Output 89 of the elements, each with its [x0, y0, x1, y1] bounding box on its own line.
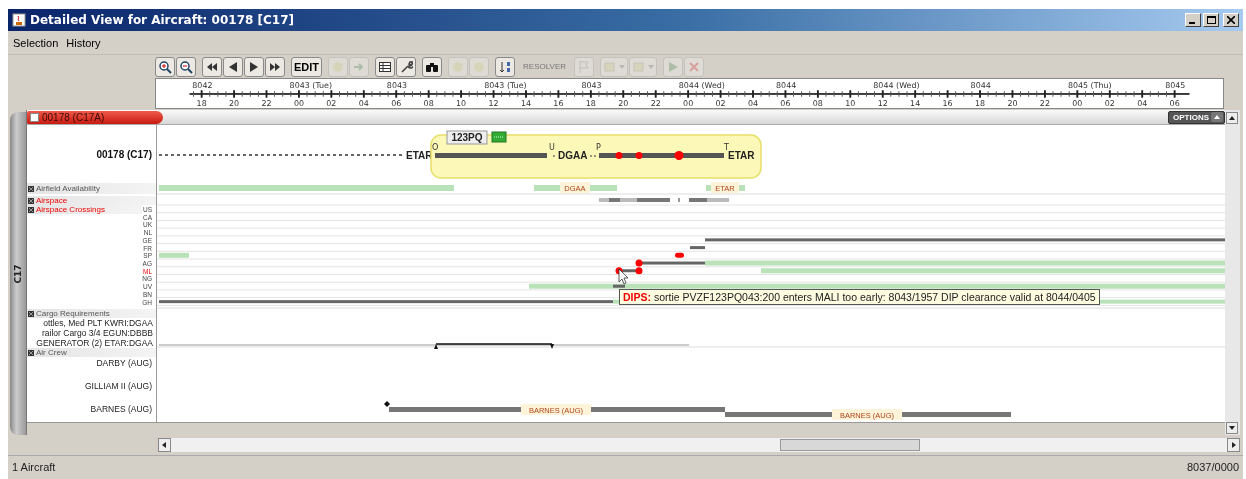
- close-icon: [1227, 16, 1235, 24]
- toolbar-button[interactable]: [244, 56, 264, 77]
- marker-label: T: [724, 143, 729, 152]
- crossing-bar[interactable]: [690, 246, 705, 250]
- airport-label: ETAR: [728, 150, 755, 161]
- conflict-dot[interactable]: [635, 259, 643, 267]
- aircraft-tab[interactable]: 00178 (C17A): [27, 110, 163, 124]
- sort-icon: [498, 59, 513, 74]
- toolbar-button[interactable]: [265, 56, 285, 77]
- marker-label: O: [432, 143, 439, 152]
- scroll-left-icon: [158, 438, 171, 452]
- toolbar-button[interactable]: [375, 56, 396, 77]
- side-tab[interactable]: C17: [10, 112, 26, 435]
- square-icon: [632, 59, 647, 74]
- status-icon: [491, 131, 507, 143]
- horizontal-scrollbar[interactable]: [158, 438, 1240, 452]
- marker-label: P: [596, 143, 601, 152]
- cursor-icon: [618, 268, 629, 285]
- caret-icon: [648, 64, 655, 69]
- crossing-bar[interactable]: [159, 300, 613, 304]
- zoom-out-icon: [179, 59, 193, 74]
- scroll-right-icon: [1227, 438, 1240, 452]
- caret-icon: [619, 64, 626, 69]
- conflict-dot[interactable]: [615, 152, 623, 159]
- section-header[interactable]: Airfield Availability: [27, 183, 156, 194]
- section-title: Airspace: [36, 196, 68, 205]
- toolbar-button[interactable]: [202, 56, 222, 77]
- marker-label: U: [549, 143, 555, 152]
- aircraft-label: 00178 (C17): [96, 149, 152, 160]
- conflict-dot[interactable]: [635, 152, 643, 159]
- conflict-dot[interactable]: [635, 267, 643, 275]
- toolbar-button[interactable]: [422, 56, 443, 77]
- maximize-button[interactable]: [1203, 13, 1219, 27]
- circle-icon: [331, 59, 346, 74]
- app-icon: [12, 13, 26, 27]
- maximize-icon: [1206, 16, 1216, 24]
- close-icon: [687, 59, 702, 74]
- wrench-icon: [399, 59, 414, 74]
- sortie-badge[interactable]: 123PQ: [446, 130, 488, 145]
- section-header[interactable]: Airspace Crossings: [27, 205, 143, 214]
- scroll-up-icon: [1226, 112, 1238, 124]
- toolbar-button[interactable]: [155, 56, 175, 77]
- toolbar-button[interactable]: [176, 56, 196, 77]
- cargo-item: ottles, Med PLT KWRI:DGAA: [43, 318, 153, 328]
- status-time: 8037/0000: [1187, 461, 1239, 473]
- airport-label: DGAA: [558, 150, 588, 161]
- status-text: 1 Aircraft: [12, 461, 56, 473]
- minimize-button[interactable]: [1185, 13, 1201, 27]
- menu-item[interactable]: Selection: [13, 36, 59, 49]
- toggle-icon: [28, 185, 34, 192]
- crew-name: BARNES (AUG): [90, 405, 152, 416]
- section-header[interactable]: Air Crew: [27, 348, 156, 357]
- conflict-dot[interactable]: [674, 151, 684, 160]
- menu-item[interactable]: History: [66, 36, 101, 49]
- tooltip: DIPS: sortie PVZF123PQ043:200 enters MALI too early: 8043/1957 DIP clearance valid at 8044/0405: [619, 289, 1100, 305]
- zoom-in-icon: [158, 59, 172, 74]
- crew-name: GILLIAM II (AUG): [84, 382, 152, 393]
- cargo-item: railor Cargo 3/4 EGUN:DBBB: [42, 328, 153, 338]
- vertical-scrollbar[interactable]: [1225, 110, 1240, 435]
- close-button[interactable]: [1223, 13, 1239, 27]
- collapse-icon: [1211, 112, 1223, 122]
- window-title: Detailed View for Aircraft: 00178 [C17]: [30, 13, 295, 27]
- options-button[interactable]: OPTIONS: [1168, 110, 1225, 124]
- table-icon: [378, 59, 393, 74]
- toggle-icon: [28, 310, 34, 317]
- section-header[interactable]: Airspace: [27, 196, 156, 205]
- circle-icon: [451, 59, 466, 74]
- toggle-icon: [28, 197, 34, 204]
- section-title: Cargo Requirements: [36, 309, 110, 318]
- section-title: Airspace Crossings: [36, 205, 105, 214]
- square-icon: [603, 59, 618, 74]
- side-tab-label: C17: [13, 263, 23, 284]
- scroll-thumb[interactable]: [780, 439, 920, 451]
- toolbar-button[interactable]: [396, 56, 417, 77]
- airport-label: ETAR: [406, 150, 433, 161]
- toggle-icon: [28, 349, 34, 356]
- checkbox[interactable]: [30, 112, 39, 122]
- scroll-down-icon: [1226, 422, 1238, 434]
- section-title: Airfield Availability: [36, 184, 100, 193]
- section-header[interactable]: Cargo Requirements: [27, 309, 156, 318]
- cargo-item: GENERATOR (2) ETAR:DGAA: [36, 338, 153, 348]
- diamond-marker: [384, 401, 390, 407]
- circle-icon: [472, 59, 487, 74]
- toolbar-button[interactable]: EDIT: [291, 56, 323, 77]
- crew-name: DARBY (AUG): [96, 359, 152, 370]
- section-title: Air Crew: [36, 348, 67, 357]
- aircraft-tab-label: 00178 (C17A): [42, 111, 105, 123]
- toolbar-button[interactable]: [223, 56, 243, 77]
- toggle-icon: [28, 206, 34, 213]
